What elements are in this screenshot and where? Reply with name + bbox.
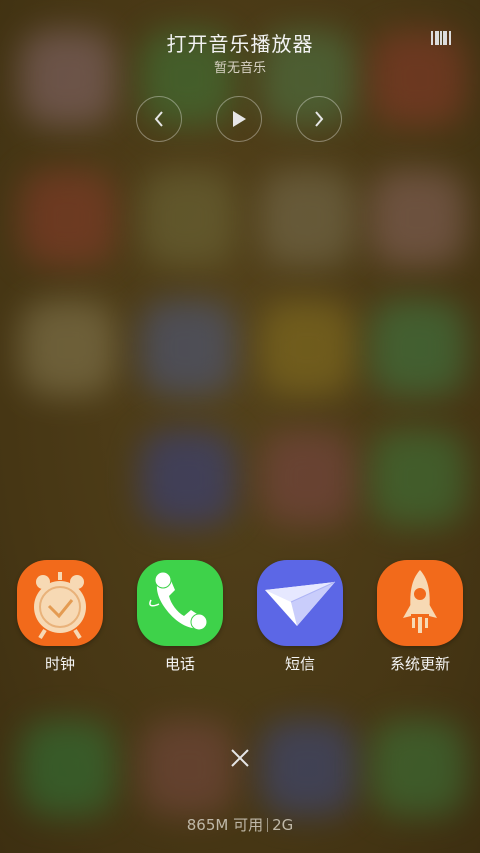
play-button[interactable] bbox=[216, 96, 262, 142]
music-status: 暂无音乐 bbox=[213, 61, 266, 76]
blurred-app-icon bbox=[140, 720, 236, 816]
blurred-app-icon bbox=[20, 300, 116, 396]
blurred-app-icon bbox=[260, 720, 356, 816]
blurred-app-icon bbox=[140, 170, 236, 266]
app-label: 电话 bbox=[164, 655, 195, 673]
blurred-app-icon bbox=[370, 720, 466, 816]
blurred-app-icon bbox=[20, 170, 116, 266]
blurred-app-icon bbox=[370, 300, 466, 396]
rocket-icon bbox=[377, 560, 463, 646]
memory-status: 865M 可用 2G bbox=[0, 815, 480, 835]
music-widget-header: 打开音乐播放器 暂无音乐 bbox=[0, 30, 480, 78]
blurred-app-icon bbox=[20, 720, 116, 816]
chevron-left-icon bbox=[154, 111, 163, 127]
music-player-title[interactable]: 打开音乐播放器 bbox=[0, 30, 480, 58]
chevron-right-icon bbox=[315, 111, 324, 127]
layout-grid-icon[interactable] bbox=[431, 30, 451, 46]
blurred-app-icon bbox=[260, 170, 356, 266]
memory-total: 2G bbox=[272, 816, 294, 834]
next-track-button[interactable] bbox=[296, 96, 342, 142]
play-icon bbox=[233, 111, 246, 127]
app-label: 系统更新 bbox=[389, 655, 450, 673]
close-icon[interactable] bbox=[228, 746, 252, 770]
phone-icon bbox=[137, 560, 223, 646]
previous-track-button[interactable] bbox=[136, 96, 182, 142]
app-clock[interactable]: 时钟 bbox=[15, 560, 105, 674]
memory-available: 865M 可用 bbox=[186, 816, 264, 834]
alarm-clock-icon bbox=[17, 560, 103, 646]
app-label: 短信 bbox=[284, 655, 315, 673]
app-phone[interactable]: 电话 bbox=[135, 560, 225, 674]
blurred-app-icon bbox=[260, 430, 356, 526]
blurred-app-icon bbox=[140, 300, 236, 396]
blurred-app-icon bbox=[370, 170, 466, 266]
app-label: 时钟 bbox=[44, 655, 75, 673]
app-messages[interactable]: 短信 bbox=[255, 560, 345, 674]
blurred-app-icon bbox=[140, 430, 236, 526]
divider bbox=[267, 818, 269, 832]
blurred-app-icon bbox=[260, 300, 356, 396]
paper-plane-icon bbox=[257, 560, 343, 646]
blurred-app-icon bbox=[370, 430, 466, 526]
app-system-update[interactable]: 系统更新 bbox=[375, 560, 465, 674]
